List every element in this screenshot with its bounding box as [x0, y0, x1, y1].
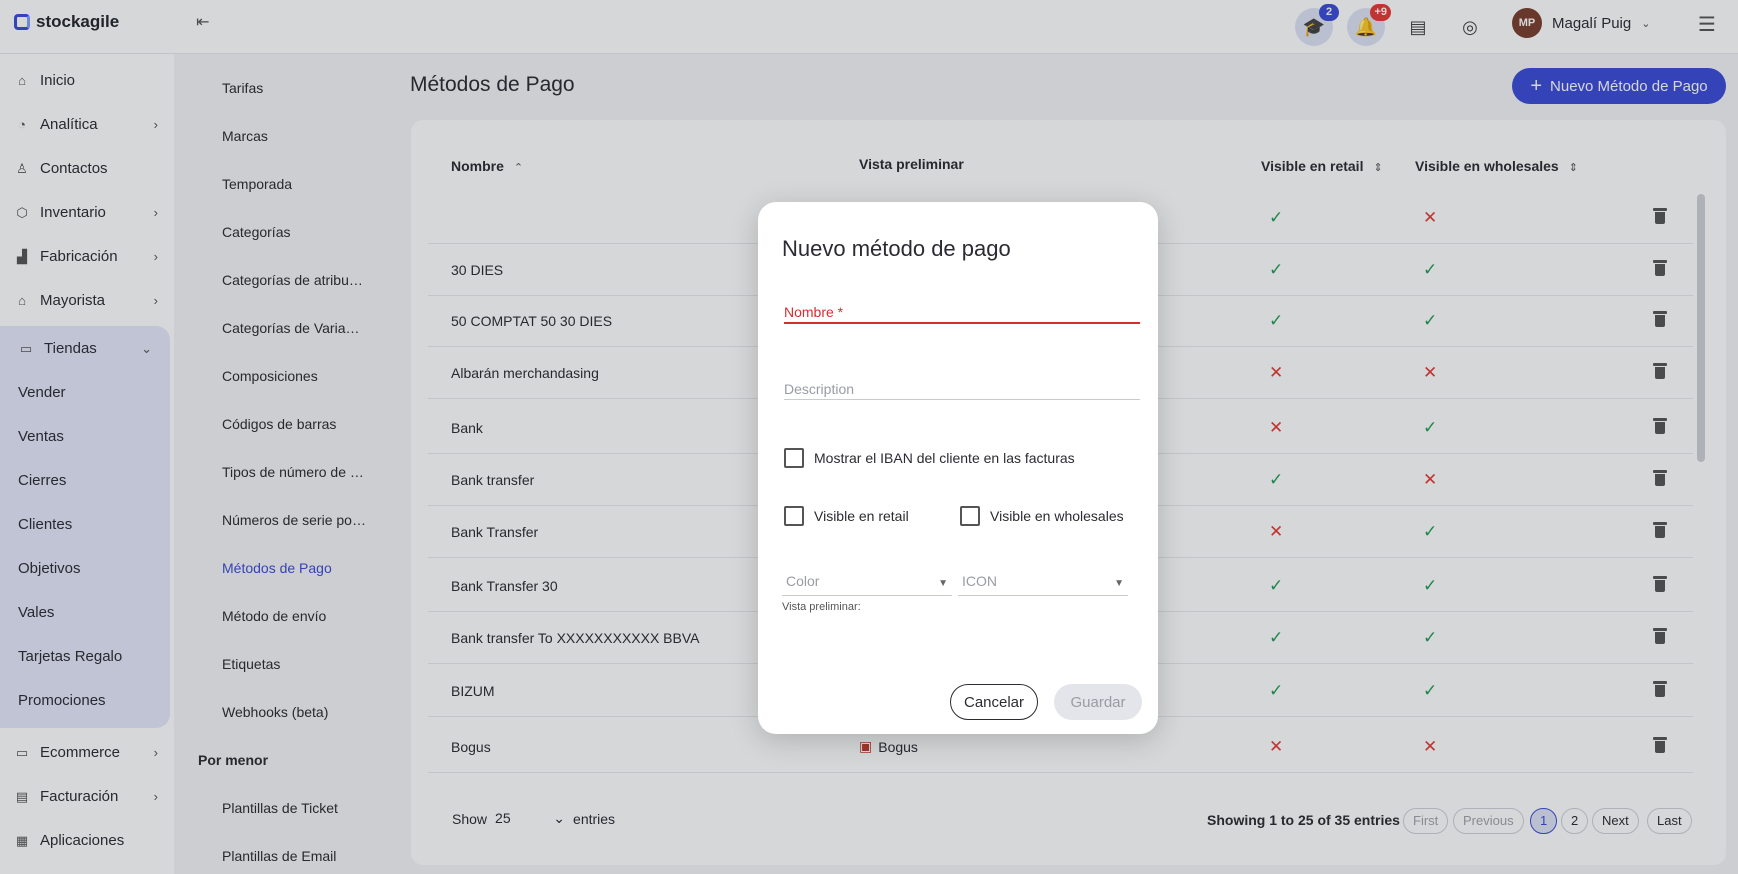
color-select[interactable]: Color ▼	[782, 566, 952, 596]
show-iban-checkbox[interactable]	[784, 448, 804, 468]
preview-label: Vista preliminar:	[782, 601, 861, 613]
visible-wholesale-checkbox[interactable]	[960, 506, 980, 526]
visible-retail-checkbox-row[interactable]: Visible en retail	[784, 506, 909, 526]
visible-wholesale-label: Visible en wholesales	[990, 508, 1124, 524]
caret-down-icon: ▼	[1114, 578, 1124, 589]
show-iban-checkbox-row[interactable]: Mostrar el IBAN del cliente en las factu…	[784, 448, 1075, 468]
icon-select[interactable]: ICON ▼	[958, 566, 1128, 596]
name-input[interactable]	[784, 290, 1140, 324]
save-button[interactable]: Guardar	[1054, 684, 1142, 720]
visible-retail-label: Visible en retail	[814, 508, 909, 524]
new-payment-method-dialog: Nuevo método de pago Mostrar el IBAN del…	[758, 202, 1158, 734]
visible-retail-checkbox[interactable]	[784, 506, 804, 526]
dialog-title: Nuevo método de pago	[782, 236, 1011, 261]
description-input[interactable]	[784, 366, 1140, 400]
show-iban-label: Mostrar el IBAN del cliente en las factu…	[814, 450, 1075, 466]
cancel-button[interactable]: Cancelar	[950, 684, 1038, 720]
caret-down-icon: ▼	[938, 578, 948, 589]
visible-wholesale-checkbox-row[interactable]: Visible en wholesales	[960, 506, 1124, 526]
